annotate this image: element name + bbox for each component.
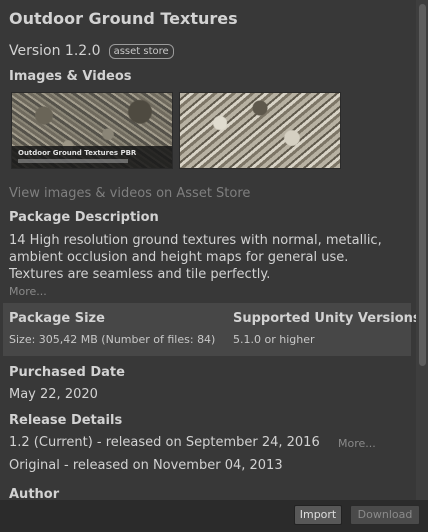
package-info-box: Package Size Size: 305,42 MB (Number of … bbox=[3, 303, 416, 356]
download-button[interactable]: Download bbox=[350, 505, 420, 525]
version-row: Version 1.2.0 asset store bbox=[9, 43, 174, 59]
release-original: Original - released on November 04, 2013 bbox=[9, 458, 283, 473]
purchased-date-heading: Purchased Date bbox=[9, 365, 125, 380]
package-description-text: 14 High resolution ground textures with … bbox=[9, 233, 382, 282]
view-media-link[interactable]: View images & videos on Asset Store bbox=[9, 186, 250, 201]
package-description-heading: Package Description bbox=[9, 210, 159, 225]
supported-unity-value: 5.1.0 or higher bbox=[233, 333, 315, 346]
description-more-link[interactable]: More... bbox=[9, 285, 47, 298]
import-button[interactable]: Import bbox=[294, 505, 342, 525]
thumbnail-caption-bar: Outdoor Ground Textures PBR bbox=[12, 146, 172, 168]
release-more-link[interactable]: More... bbox=[338, 437, 376, 450]
asset-store-badge: asset store bbox=[108, 43, 174, 59]
media-thumbnail-1[interactable]: Outdoor Ground Textures PBR bbox=[11, 92, 173, 169]
thumbnail-subcaption bbox=[18, 159, 128, 163]
package-details-panel: Outdoor Ground Textures Version 1.2.0 as… bbox=[0, 0, 416, 500]
media-thumbnail-2[interactable] bbox=[179, 92, 341, 169]
purchased-date-value: May 22, 2020 bbox=[9, 387, 98, 402]
supported-unity-heading: Supported Unity Versions bbox=[233, 311, 416, 326]
scrollbar-thumb[interactable] bbox=[419, 4, 426, 366]
package-size-value: Size: 305,42 MB (Number of files: 84) bbox=[9, 333, 216, 346]
images-videos-heading: Images & Videos bbox=[9, 69, 132, 84]
package-title: Outdoor Ground Textures bbox=[9, 9, 238, 28]
release-current: 1.2 (Current) - released on September 24… bbox=[9, 435, 320, 450]
author-heading: Author bbox=[9, 487, 60, 500]
package-version: Version 1.2.0 bbox=[9, 43, 101, 59]
release-details-heading: Release Details bbox=[9, 413, 123, 428]
thumbnail-caption: Outdoor Ground Textures PBR bbox=[18, 149, 137, 157]
package-size-heading: Package Size bbox=[9, 311, 105, 326]
